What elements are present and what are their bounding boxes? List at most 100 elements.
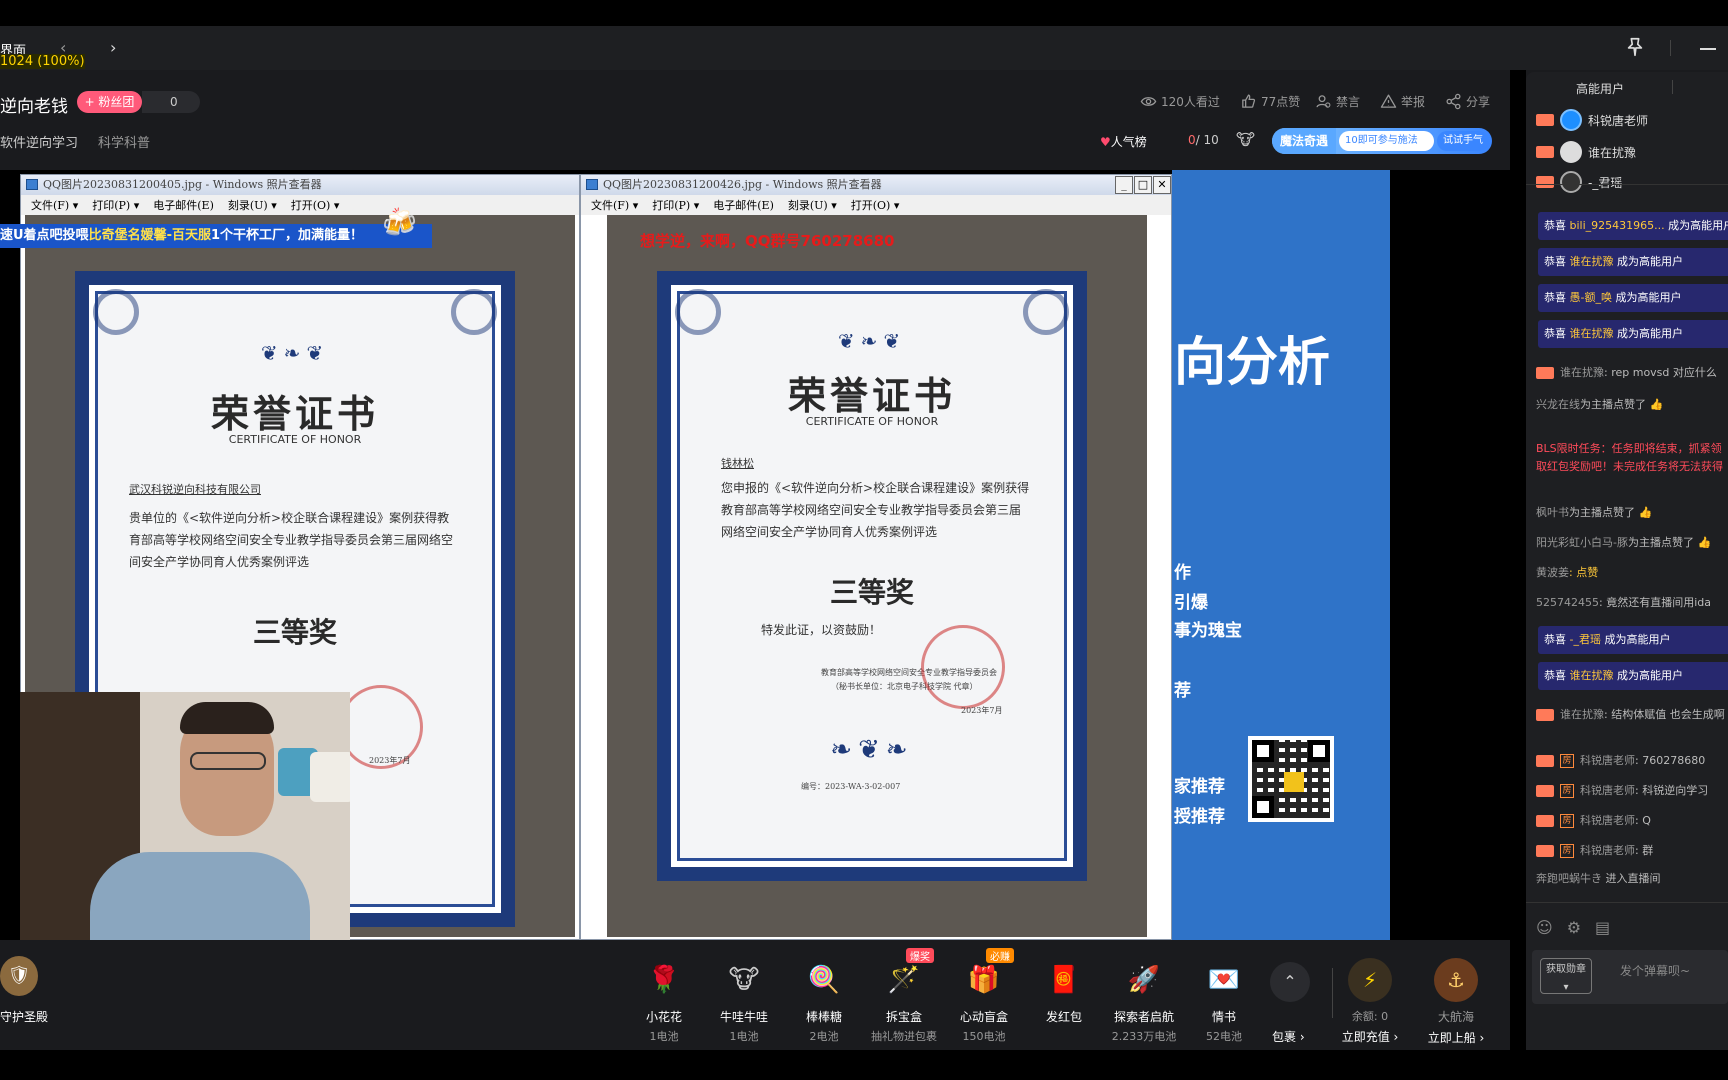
chat-message: 房科锐唐老师: Q — [1536, 812, 1651, 830]
recharge-button[interactable]: 立即充值 › — [1340, 1028, 1400, 1045]
top-band — [0, 0, 1728, 26]
gift-explorer[interactable]: 🚀 探索者启航 2.233万电池 — [1104, 958, 1184, 1044]
gift-treasure-box[interactable]: 爆奖 🪄 拆宝盒 抽礼物进包裹 — [864, 948, 944, 1044]
title-bar — [0, 26, 1728, 70]
card-icon[interactable]: ▤ — [1595, 918, 1610, 937]
high-energy-user[interactable]: 谁在扰豫 — [1536, 140, 1636, 164]
popularity-rank[interactable]: ♥人气榜 — [1100, 133, 1147, 150]
minimize-icon[interactable]: _ — [1115, 176, 1133, 194]
settings-icon[interactable]: ⚙ — [1567, 918, 1581, 937]
board-button[interactable]: 立即上船 › — [1424, 1029, 1488, 1046]
fan-club-button[interactable]: + 粉丝团 — [77, 91, 142, 113]
try-luck-button[interactable]: 试试手气 — [1437, 131, 1489, 151]
chat-message: 阳光彩虹小白马-豚为主播点赞了 👍 — [1536, 536, 1712, 549]
live-video[interactable]: 向分析 作 引爆 事为瑰宝 荐 家推荐 授推荐 QQ图片202308312004… — [0, 170, 1510, 940]
guard-hall-label[interactable]: 守护圣殿 — [0, 1008, 48, 1025]
thumbs-up-icon: 👍 — [1649, 398, 1664, 411]
level-badge — [1536, 815, 1554, 827]
menu-burn[interactable]: 刻录(U) ▾ — [788, 197, 837, 213]
report-label: 举报 — [1401, 95, 1426, 109]
photo-viewer-body: ❦❧❦ 荣誉证书 CERTIFICATE OF HONOR 钱林松 您申报的《<… — [581, 215, 1171, 939]
title-separator — [1670, 40, 1671, 56]
user-ban-icon — [1316, 95, 1331, 108]
cert-footer: 特发此证，以资鼓励！ — [761, 623, 882, 637]
gift-lollipop[interactable]: 🍭 棒棒糖 2电池 — [784, 958, 864, 1044]
high-energy-header[interactable]: 高能用户 — [1576, 80, 1624, 97]
gift-notice-banner: 速U着点吧投喂比奇堡名媛馨-百天服1个干杯工厂，加满能量！ — [0, 224, 432, 248]
qr-code — [1248, 736, 1334, 822]
gift-red-packet[interactable]: 🧧 发红包 — [1024, 958, 1104, 1028]
pin-icon[interactable] — [1624, 36, 1646, 58]
category-primary[interactable]: 软件逆向学习 — [0, 132, 78, 151]
like-button[interactable]: 77点赞 — [1240, 93, 1300, 110]
gift-blind-box[interactable]: 必赚 🎁 心动盲盒 150电池 — [944, 948, 1024, 1044]
cow-icon[interactable]: 🐮 — [1236, 130, 1255, 149]
chevron-right-icon[interactable]: › — [110, 38, 116, 57]
menu-file[interactable]: 文件(F) ▾ — [31, 197, 78, 213]
balance: 余额: 0 — [1351, 1010, 1389, 1023]
chat-message: 房科锐唐老师: 科锐逆向学习 — [1536, 782, 1708, 800]
chevron-up-icon[interactable]: ⌃ — [1270, 962, 1310, 1002]
cow-icon: 🐮 — [728, 965, 760, 995]
ban-label: 禁言 — [1336, 95, 1361, 109]
ornament-icon: ❧❦❧ — [830, 735, 914, 765]
wallet[interactable]: ⚡ 余额: 0 立即充值 › — [1340, 958, 1400, 1045]
menu-email[interactable]: 电子邮件(E) — [153, 197, 214, 213]
photo-viewer-right[interactable]: QQ图片20230831200426.jpg - Windows 照片查看器 _… — [580, 174, 1172, 940]
gift-rose[interactable]: 🌹 小花花 1电池 — [624, 958, 704, 1044]
fan-count: 0 — [142, 91, 200, 113]
menu-email[interactable]: 电子邮件(E) — [713, 197, 774, 213]
menu-print[interactable]: 打印(P) ▾ — [92, 197, 139, 213]
cert-subtitle: CERTIFICATE OF HONOR — [228, 433, 362, 446]
photo-viewer-title: QQ图片20230831200426.jpg - Windows 照片查看器 _… — [581, 175, 1171, 195]
slide-heading: 向分析 — [1174, 333, 1331, 393]
views-count: 120人看过 — [1161, 95, 1220, 109]
danmu-placeholder[interactable]: 发个弹幕呗~ — [1620, 962, 1690, 979]
lollipop-icon: 🍭 — [807, 965, 841, 995]
fetch-medal-button[interactable]: 获取勋章 ▾ — [1540, 958, 1592, 994]
level-badge — [1536, 785, 1554, 797]
thumbs-up-icon: 👍 — [1697, 536, 1712, 549]
ban-button[interactable]: 禁言 — [1315, 93, 1360, 110]
category-secondary[interactable]: 科学科普 — [98, 132, 150, 151]
cert-body: 您申报的《<软件逆向分析>校企联合课程建设》案例获得教育部高等学校网络空间安全专… — [721, 481, 1030, 539]
bag-button[interactable]: 包裹 › — [1272, 1028, 1305, 1045]
chat-message: 谁在扰豫: rep movsd 对应什么 — [1536, 364, 1717, 382]
congrats-message: 恭喜 谁在扰豫 成为高能用户 — [1538, 662, 1728, 690]
slide-background: 向分析 作 引爆 事为瑰宝 荐 家推荐 授推荐 — [1172, 170, 1390, 940]
share-button[interactable]: 分享 — [1445, 93, 1490, 110]
report-button[interactable]: 举报 — [1380, 93, 1425, 110]
menu-file[interactable]: 文件(F) ▾ — [591, 197, 638, 213]
box-count: 0/ 10 — [1188, 133, 1219, 147]
menu-print[interactable]: 打印(P) ▾ — [652, 197, 699, 213]
chat-message: 525742455: 竟然还有直播间用ida — [1536, 596, 1711, 609]
magic-adventure-banner[interactable]: 魔法奇遇 10即可参与施法 试试手气 — [1272, 128, 1492, 154]
level-badge — [1536, 176, 1554, 188]
gift-cow[interactable]: 🐮 牛哇牛哇 1电池 — [704, 958, 784, 1044]
photo-app-icon — [586, 179, 598, 190]
certificate-right: ❦❧❦ 荣誉证书 CERTIFICATE OF HONOR 钱林松 您申报的《<… — [657, 271, 1087, 881]
guard-hall-icon[interactable]: 🛡 — [0, 956, 38, 996]
love-letter-icon: 💌 — [1207, 965, 1241, 995]
palette-icon[interactable]: ☺ — [1536, 918, 1553, 937]
level-badge — [1536, 709, 1554, 721]
maximize-icon[interactable]: □ — [1134, 176, 1152, 194]
level-badge — [1536, 755, 1554, 767]
rocket-icon: 🚀 — [1127, 965, 1161, 995]
minimize-icon[interactable] — [1700, 48, 1716, 50]
menu-open[interactable]: 打开(O) ▾ — [851, 197, 900, 213]
menu-open[interactable]: 打开(O) ▾ — [291, 197, 340, 213]
rank-label: 人气榜 — [1110, 135, 1147, 149]
voyage[interactable]: ⚓ 大航海 立即上船 › — [1424, 958, 1488, 1046]
share-label: 分享 — [1466, 95, 1491, 109]
close-icon[interactable]: ✕ — [1153, 176, 1171, 194]
high-energy-user[interactable]: 科锐唐老师 — [1536, 108, 1648, 132]
chevron-left-icon[interactable]: ‹ — [60, 38, 66, 57]
high-energy-user[interactable]: -_君瑶 — [1536, 170, 1622, 194]
gift-love-letter[interactable]: 💌 情书 52电池 — [1184, 958, 1264, 1044]
qq-group-overlay: 想学逆，来啊，QQ群号760278680 — [640, 232, 895, 250]
ship-icon: ⚓ — [1434, 958, 1478, 1002]
gift-box-icon: 🎁 — [967, 965, 1001, 995]
menu-burn[interactable]: 刻录(U) ▾ — [228, 197, 277, 213]
photo-viewer-title: QQ图片20230831200405.jpg - Windows 照片查看器 — [21, 175, 579, 195]
